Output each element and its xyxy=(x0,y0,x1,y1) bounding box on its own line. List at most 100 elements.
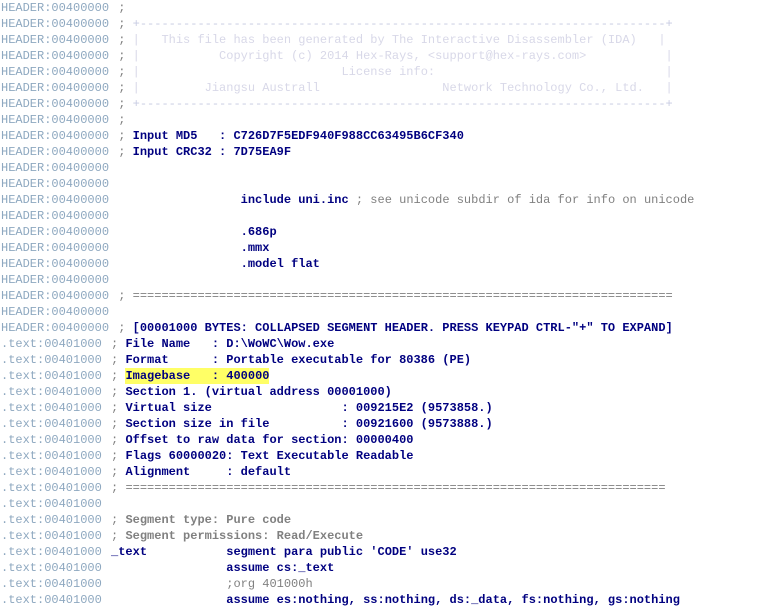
pad xyxy=(111,224,241,240)
disasm-line[interactable]: HEADER:00400000 ; | Copyright (c) 2014 H… xyxy=(0,48,776,64)
addr: .text:00401000 xyxy=(0,416,104,432)
addr: HEADER:00400000 xyxy=(0,192,111,208)
addr: HEADER:00400000 xyxy=(0,144,111,160)
addr: .text:00401000 xyxy=(0,512,104,528)
disasm-line[interactable]: HEADER:00400000 include uni.inc ; see un… xyxy=(0,192,776,208)
file-name: File Name : D:\WoWC\Wow.exe xyxy=(125,336,334,352)
box-text: | Jiangsu Australl Network Technology Co… xyxy=(133,80,673,96)
box-text: | License info: | xyxy=(133,64,673,80)
imagebase-value: 400000 xyxy=(226,368,269,384)
input-md5: Input MD5 : C726D7F5EDF940F988CC63495B6C… xyxy=(133,128,464,144)
segment-decl: segment para public 'CODE' use32 xyxy=(226,544,456,560)
disasm-line[interactable]: HEADER:00400000 ; +---------------------… xyxy=(0,96,776,112)
disasm-line[interactable]: .text:00401000 ; Imagebase : 400000 xyxy=(0,368,776,384)
addr: .text:00401000 xyxy=(0,592,104,608)
disasm-line[interactable]: .text:00401000 assume cs:_text xyxy=(0,560,776,576)
disasm-line[interactable]: .text:00401000 ; Offset to raw data for … xyxy=(0,432,776,448)
addr: .text:00401000 xyxy=(0,400,104,416)
sep: ; xyxy=(104,336,126,352)
disasm-line[interactable]: HEADER:00400000 ; | Jiangsu Australl Net… xyxy=(0,80,776,96)
disasm-line[interactable]: .text:00401000 ; =======================… xyxy=(0,480,776,496)
sep: ; xyxy=(104,480,126,496)
disasm-line[interactable]: HEADER:00400000 xyxy=(0,176,776,192)
disasm-line[interactable]: .text:00401000 xyxy=(0,496,776,512)
disasm-line[interactable]: .text:00401000 ; Section 1. (virtual add… xyxy=(0,384,776,400)
disasm-line[interactable]: .text:00401000 ; Flags 60000020: Text Ex… xyxy=(0,448,776,464)
addr: HEADER:00400000 xyxy=(0,160,111,176)
assume-rest-kw: assume xyxy=(226,592,269,608)
sep: ; xyxy=(104,432,126,448)
disasm-line[interactable]: .text:00401000 ; File Name : D:\WoWC\Wow… xyxy=(0,336,776,352)
sep: ; xyxy=(104,512,126,528)
sep: ; xyxy=(104,368,126,384)
disasm-line[interactable]: HEADER:00400000 ; +---------------------… xyxy=(0,16,776,32)
disasm-line[interactable]: HEADER:00400000 ; Input MD5 : C726D7F5ED… xyxy=(0,128,776,144)
addr: .text:00401000 xyxy=(0,528,104,544)
addr: .text:00401000 xyxy=(0,464,104,480)
box-border: +---------------------------------------… xyxy=(133,16,673,32)
addr: HEADER:00400000 xyxy=(0,80,111,96)
addr: .text:00401000 xyxy=(0,384,104,400)
disasm-line[interactable]: HEADER:00400000 ; xyxy=(0,112,776,128)
disasm-line[interactable]: HEADER:00400000 ; | License info: | xyxy=(0,64,776,80)
disasm-line[interactable]: HEADER:00400000 xyxy=(0,304,776,320)
sep: ; xyxy=(104,352,126,368)
divider: ========================================… xyxy=(133,288,673,304)
addr: HEADER:00400000 xyxy=(0,224,111,240)
disasm-line[interactable]: HEADER:00400000 ; ======================… xyxy=(0,288,776,304)
disasm-line[interactable]: .text:00401000 ; Virtual size : 009215E2… xyxy=(0,400,776,416)
disasm-line[interactable]: HEADER:00400000 xyxy=(0,272,776,288)
divider: ========================================… xyxy=(125,480,665,496)
sep: ; xyxy=(111,32,133,48)
sep: ; xyxy=(111,16,133,32)
disasm-line[interactable]: .text:00401000 ; Segment permissions: Re… xyxy=(0,528,776,544)
sep: ; xyxy=(111,128,133,144)
sep: ; xyxy=(104,416,126,432)
disasm-line[interactable]: .text:00401000 ; Segment type: Pure code xyxy=(0,512,776,528)
org-directive: ;org 401000h xyxy=(226,576,312,592)
segment-name: _text xyxy=(111,544,147,560)
sep: ; xyxy=(111,144,133,160)
disasm-line[interactable]: HEADER:00400000 xyxy=(0,160,776,176)
disasm-line[interactable]: .text:00401000 ; Alignment : default xyxy=(0,464,776,480)
disasm-line[interactable]: HEADER:00400000 .model flat xyxy=(0,256,776,272)
assume-rest-val: es:nothing, ss:nothing, ds:_data, fs:not… xyxy=(277,592,680,608)
disasm-line[interactable]: HEADER:00400000 ; Input CRC32 : 7D75EA9F xyxy=(0,144,776,160)
addr: HEADER:00400000 xyxy=(0,48,111,64)
disasm-line[interactable]: .text:00401000 _text segment para public… xyxy=(0,544,776,560)
addr: HEADER:00400000 xyxy=(0,288,111,304)
input-crc32: Input CRC32 : 7D75EA9F xyxy=(133,144,291,160)
imagebase-label: Imagebase : xyxy=(125,368,226,384)
sep: ; xyxy=(111,80,133,96)
addr: HEADER:00400000 xyxy=(0,304,111,320)
disasm-line[interactable]: HEADER:00400000 ; | This file has been g… xyxy=(0,32,776,48)
disasm-line[interactable]: HEADER:00400000 .mmx xyxy=(0,240,776,256)
addr: .text:00401000 xyxy=(0,448,104,464)
addr: HEADER:00400000 xyxy=(0,16,111,32)
disasm-line[interactable]: .text:00401000 ; Format : Portable execu… xyxy=(0,352,776,368)
addr: HEADER:00400000 xyxy=(0,32,111,48)
addr: HEADER:00400000 xyxy=(0,128,111,144)
addr: .text:00401000 xyxy=(0,544,104,560)
addr: HEADER:00400000 xyxy=(0,96,111,112)
collapsed-segment[interactable]: [00001000 BYTES: COLLAPSED SEGMENT HEADE… xyxy=(133,320,673,336)
assume-cs-val: cs:_text xyxy=(277,560,335,576)
disasm-line[interactable]: .text:00401000 ;org 401000h xyxy=(0,576,776,592)
sep: ; xyxy=(104,384,126,400)
sep: ; xyxy=(104,400,126,416)
addr: HEADER:00400000 xyxy=(0,320,111,336)
virtual-size: Virtual size : 009215E2 (9573858.) xyxy=(125,400,492,416)
disasm-line[interactable]: HEADER:00400000 ; xyxy=(0,0,776,16)
addr: .text:00401000 xyxy=(0,496,104,512)
addr: .text:00401000 xyxy=(0,368,104,384)
segment-type: Segment type: Pure code xyxy=(125,512,291,528)
addr: HEADER:00400000 xyxy=(0,0,111,16)
disasm-line[interactable]: .text:00401000 assume es:nothing, ss:not… xyxy=(0,592,776,608)
disasm-line[interactable]: HEADER:00400000 xyxy=(0,208,776,224)
disasm-line[interactable]: HEADER:00400000 .686p xyxy=(0,224,776,240)
disasm-line[interactable]: .text:00401000 ; Section size in file : … xyxy=(0,416,776,432)
section-size: Section size in file : 00921600 (9573888… xyxy=(125,416,492,432)
pad xyxy=(111,240,241,256)
box-border: +---------------------------------------… xyxy=(133,96,673,112)
disasm-line[interactable]: HEADER:00400000 ; [00001000 BYTES: COLLA… xyxy=(0,320,776,336)
